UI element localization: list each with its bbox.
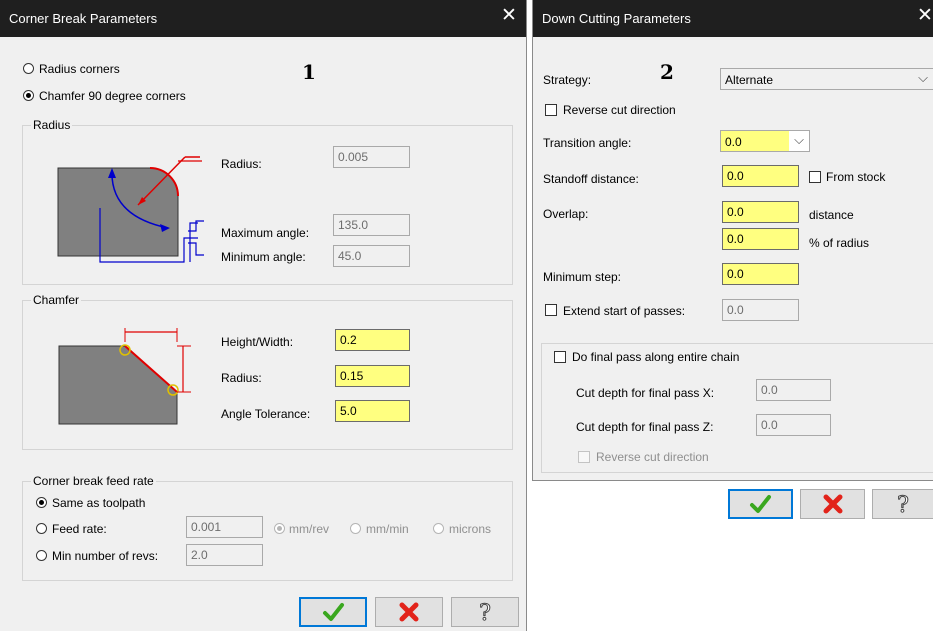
checkmark-icon — [750, 495, 771, 513]
standoff-input[interactable]: 0.0 — [722, 165, 799, 187]
min-revs-input[interactable]: 2.0 — [186, 544, 263, 566]
transition-angle-select[interactable]: 0.0 ⌵ — [720, 130, 810, 152]
close-icon[interactable]: ✕ — [501, 6, 517, 26]
question-icon: ? — [897, 493, 910, 519]
angle-tolerance-label: Angle Tolerance: — [221, 407, 311, 421]
chevron-down-icon: ⌵ — [794, 132, 804, 147]
chamfer-radius-label: Radius: — [221, 371, 262, 385]
min-angle-input[interactable]: 45.0 — [333, 245, 410, 267]
dialog-title-2: Down Cutting Parameters — [542, 11, 691, 26]
corner-break-dialog: Corner Break Parameters ✕ 1 Radius corne… — [0, 0, 527, 631]
from-stock-label: From stock — [826, 170, 886, 184]
cancel-button[interactable] — [375, 597, 443, 627]
feed-rate-input[interactable]: 0.001 — [186, 516, 263, 538]
overlap-label: Overlap: — [543, 207, 589, 221]
close-icon[interactable]: ✕ — [917, 6, 933, 26]
radio-mm-min[interactable] — [350, 523, 361, 534]
final-pass-label: Do final pass along entire chain — [572, 350, 740, 364]
from-stock-checkbox[interactable] — [809, 171, 821, 183]
chamfer-radius-input[interactable]: 0.15 — [335, 365, 410, 387]
microns-label: microns — [449, 522, 492, 536]
x-icon — [823, 494, 843, 514]
feed-rate-group-title: Corner break feed rate — [31, 474, 156, 488]
chamfer-diagram — [58, 328, 191, 425]
radio-mm-rev[interactable] — [274, 523, 285, 534]
help-button-2[interactable]: ? — [872, 489, 933, 519]
final-z-input[interactable]: 0.0 — [756, 414, 831, 436]
final-x-label: Cut depth for final pass X: — [576, 386, 715, 400]
strategy-label: Strategy: — [543, 73, 592, 87]
final-reverse-label: Reverse cut direction — [596, 450, 709, 464]
transition-angle-value: 0.0 — [725, 135, 742, 149]
final-z-label: Cut depth for final pass Z: — [576, 420, 714, 434]
transition-angle-label: Transition angle: — [543, 136, 632, 150]
final-x-input[interactable]: 0.0 — [756, 379, 831, 401]
chevron-down-icon: ⌵ — [918, 70, 928, 85]
max-angle-input[interactable]: 135.0 — [333, 214, 410, 236]
min-angle-label: Minimum angle: — [221, 250, 306, 264]
title-bar: Corner Break Parameters ✕ — [0, 0, 526, 37]
radio-radius-corners[interactable] — [23, 63, 34, 74]
reverse-cut-checkbox[interactable] — [545, 104, 557, 116]
strategy-value: Alternate — [725, 73, 774, 87]
title-bar-2: Down Cutting Parameters ✕ — [533, 0, 933, 37]
height-width-label: Height/Width: — [221, 335, 294, 349]
radio-same-as-toolpath[interactable] — [36, 497, 47, 508]
radius-input[interactable]: 0.005 — [333, 146, 410, 168]
radio-min-revs[interactable] — [36, 550, 47, 561]
ok-button[interactable] — [299, 597, 367, 627]
reverse-cut-label: Reverse cut direction — [563, 103, 676, 117]
x-icon — [399, 602, 419, 622]
feed-rate-label: Feed rate: — [52, 522, 107, 536]
cancel-button-2[interactable] — [800, 489, 865, 519]
min-step-label: Minimum step: — [543, 270, 622, 284]
min-step-input[interactable]: 0.0 — [722, 263, 799, 285]
checkmark-icon — [323, 603, 344, 621]
question-icon: ? — [479, 601, 492, 627]
overlap-percent-unit: % of radius — [809, 236, 870, 250]
extend-start-label: Extend start of passes: — [563, 304, 686, 318]
radio-microns[interactable] — [433, 523, 444, 534]
strategy-select[interactable]: Alternate ⌵ — [720, 68, 933, 90]
same-as-toolpath-label: Same as toolpath — [52, 496, 146, 510]
help-button[interactable]: ? — [451, 597, 519, 627]
extend-start-input[interactable]: 0.0 — [722, 299, 799, 321]
chamfer-group-title: Chamfer — [31, 293, 82, 307]
overlap-distance-input[interactable]: 0.0 — [722, 201, 799, 223]
svg-text:?: ? — [479, 601, 491, 626]
radius-label: Radius: — [221, 157, 262, 171]
radius-corners-label: Radius corners — [39, 62, 120, 76]
mm-min-label: mm/min — [366, 522, 409, 536]
mm-rev-label: mm/rev — [289, 522, 329, 536]
ok-button-2[interactable] — [728, 489, 793, 519]
overlap-distance-unit: distance — [809, 208, 854, 222]
overlap-percent-input[interactable]: 0.0 — [722, 228, 799, 250]
angle-tolerance-input[interactable]: 5.0 — [335, 400, 410, 422]
final-reverse-checkbox[interactable] — [578, 451, 590, 463]
height-width-input[interactable]: 0.2 — [335, 329, 410, 351]
final-pass-checkbox[interactable] — [554, 351, 566, 363]
extend-start-checkbox[interactable] — [545, 304, 557, 316]
panel-number-marker: 1 — [302, 60, 316, 84]
radio-feed-rate[interactable] — [36, 523, 47, 534]
radius-diagram-leaders — [178, 160, 204, 256]
radio-chamfer-corners[interactable] — [23, 90, 34, 101]
standoff-label: Standoff distance: — [543, 172, 639, 186]
panel-number-marker-2: 2 — [660, 60, 674, 84]
dialog-title: Corner Break Parameters — [9, 11, 158, 26]
chamfer-corners-label: Chamfer 90 degree corners — [39, 89, 186, 103]
svg-text:?: ? — [897, 493, 909, 518]
min-revs-label: Min number of revs: — [52, 549, 159, 563]
down-cutting-dialog: Down Cutting Parameters ✕ 2 Strategy: Al… — [532, 0, 933, 519]
max-angle-label: Maximum angle: — [221, 226, 310, 240]
